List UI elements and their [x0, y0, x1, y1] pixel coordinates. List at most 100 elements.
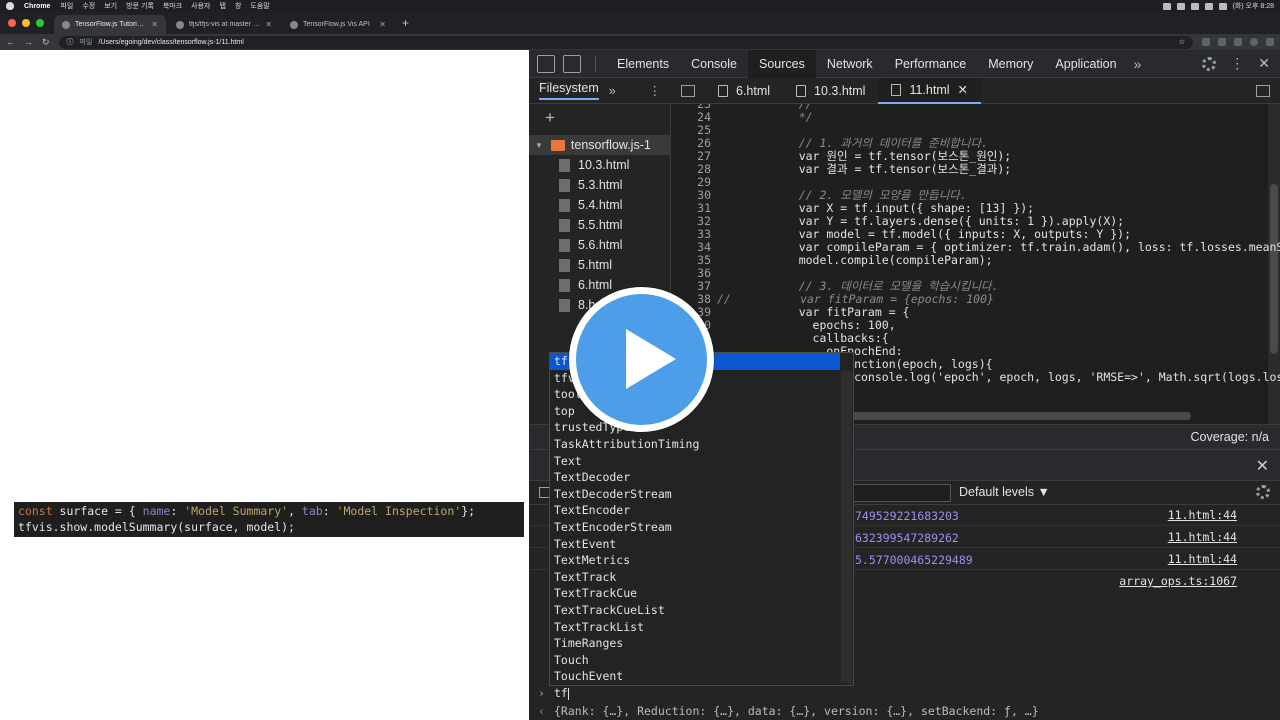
- back-arrow-icon[interactable]: ←: [6, 37, 15, 47]
- video-play-button[interactable]: [569, 287, 714, 432]
- editor-tab[interactable]: 10.3.html: [783, 78, 878, 104]
- menubar-item-bookmarks[interactable]: 북마크: [163, 1, 182, 11]
- autocomplete-item[interactable]: TaskAttributionTiming: [550, 436, 853, 453]
- editor-tab[interactable]: 6.html: [705, 78, 783, 104]
- tab-elements[interactable]: Elements: [606, 50, 680, 78]
- log-levels-dropdown[interactable]: Default levels ▼: [959, 485, 1050, 499]
- menubar-item-profiles[interactable]: 사용자: [191, 1, 210, 11]
- forward-arrow-icon[interactable]: →: [24, 37, 33, 47]
- bookmark-star-icon[interactable]: ☆: [1179, 38, 1185, 46]
- new-tab-button[interactable]: +: [396, 16, 415, 34]
- menubar-app-name[interactable]: Chrome: [24, 3, 50, 10]
- add-folder-icon[interactable]: +: [545, 108, 555, 128]
- close-tab-icon[interactable]: ✕: [151, 20, 158, 29]
- source-link[interactable]: 11.html:44: [1168, 552, 1237, 566]
- tray-icon[interactable]: [1162, 2, 1171, 10]
- code-text: var 결과 = tf.tensor(보스톤_결과);: [771, 162, 1012, 176]
- editor-tab-active[interactable]: 11.html ✕: [878, 77, 982, 104]
- navigator-menu-icon[interactable]: ⋮: [649, 83, 662, 98]
- autocomplete-item[interactable]: TextMetrics: [550, 552, 853, 569]
- source-link[interactable]: 11.html:44: [1168, 508, 1237, 522]
- close-tab-icon[interactable]: ✕: [379, 20, 386, 29]
- menubar-item-window[interactable]: 창: [235, 1, 241, 11]
- file-row[interactable]: 5.html: [529, 255, 671, 275]
- autocomplete-item[interactable]: TextTrack: [550, 569, 853, 586]
- close-devtools-icon[interactable]: ✕: [1258, 55, 1270, 72]
- file-row[interactable]: 5.4.html: [529, 195, 671, 215]
- profile-avatar[interactable]: [1250, 38, 1258, 46]
- autocomplete-item[interactable]: TextTrackList: [550, 619, 853, 636]
- minimize-window-button[interactable]: [22, 19, 30, 27]
- toggle-navigator-icon[interactable]: [681, 84, 695, 97]
- extension-icon[interactable]: [1202, 38, 1210, 46]
- menubar-item-view[interactable]: 보기: [104, 1, 117, 11]
- browser-tab[interactable]: TensorFlow.js Tutorial - lemon ✕: [54, 15, 166, 34]
- browser-tab[interactable]: tfjs/tfjs-vis at master · tensorfl ✕: [168, 15, 280, 34]
- autocomplete-item[interactable]: trustedTypes: [550, 419, 853, 436]
- toolbar-divider: [595, 55, 596, 72]
- autocomplete-item[interactable]: Touch: [550, 652, 853, 669]
- battery-icon[interactable]: [1218, 2, 1227, 10]
- customize-kebab-icon[interactable]: ⋮: [1230, 55, 1244, 72]
- tab-sources[interactable]: Sources: [747, 49, 816, 78]
- close-drawer-icon[interactable]: ✕: [1256, 456, 1269, 476]
- tab-memory[interactable]: Memory: [977, 50, 1044, 78]
- more-navigator-tabs-icon[interactable]: »: [609, 84, 616, 98]
- close-tab-icon[interactable]: ✕: [265, 20, 272, 29]
- devtools-main-toolbar: Elements Console Sources Network Perform…: [529, 49, 1280, 78]
- inspect-element-icon[interactable]: [537, 54, 555, 73]
- wifi-icon[interactable]: [1204, 2, 1213, 10]
- autocomplete-item[interactable]: Text: [550, 453, 853, 470]
- maximize-window-button[interactable]: [36, 19, 44, 27]
- tab-network[interactable]: Network: [816, 50, 884, 78]
- menubar-item-edit[interactable]: 수정: [82, 1, 95, 11]
- autocomplete-item[interactable]: TimeRanges: [550, 635, 853, 652]
- menubar-item-help[interactable]: 도움말: [250, 1, 269, 11]
- source-link[interactable]: 11.html:44: [1168, 530, 1237, 544]
- menubar-item-tab[interactable]: 탭: [220, 1, 226, 11]
- tab-filesystem[interactable]: Filesystem: [539, 81, 599, 100]
- file-row[interactable]: 5.6.html: [529, 235, 671, 255]
- browser-tab[interactable]: TensorFlow.js Vis API ✕: [282, 15, 394, 34]
- extension-icon[interactable]: [1234, 38, 1242, 46]
- reload-icon[interactable]: ↻: [42, 37, 50, 48]
- settings-gear-icon[interactable]: [1202, 56, 1217, 71]
- coverage-status[interactable]: Coverage: n/a: [1190, 430, 1269, 444]
- tray-icon[interactable]: [1176, 2, 1185, 10]
- autocomplete-item[interactable]: TextTrackCue: [550, 585, 853, 602]
- browser-tab-label: TensorFlow.js Vis API: [303, 21, 370, 28]
- toggle-debugger-icon[interactable]: [1256, 84, 1270, 97]
- file-row[interactable]: 5.5.html: [529, 215, 671, 235]
- console-input[interactable]: tf: [554, 686, 569, 700]
- file-row[interactable]: 5.3.html: [529, 175, 671, 195]
- autocomplete-item[interactable]: TextDecoderStream: [550, 486, 853, 503]
- info-icon[interactable]: ⓘ: [67, 37, 74, 47]
- expand-arrow-icon[interactable]: ▼: [535, 141, 543, 150]
- address-bar[interactable]: ⓘ 파일 /Users/egoing/dev/class/tensorflow.…: [58, 35, 1193, 49]
- console-settings-gear-icon[interactable]: [1256, 485, 1270, 499]
- file-row[interactable]: 10.3.html: [529, 155, 671, 175]
- autocomplete-item[interactable]: TextTrackCueList: [550, 602, 853, 619]
- device-toolbar-icon[interactable]: [563, 54, 581, 73]
- autocomplete-item[interactable]: TextDecoder: [550, 469, 853, 486]
- tab-application[interactable]: Application: [1044, 50, 1127, 78]
- folder-row[interactable]: ▼ tensorflow.js-1: [529, 135, 671, 155]
- menubar-item-file[interactable]: 파일: [60, 1, 73, 11]
- autocomplete-item[interactable]: TextEncoderStream: [550, 519, 853, 536]
- tab-console[interactable]: Console: [680, 50, 748, 78]
- autocomplete-item[interactable]: TextEncoder: [550, 502, 853, 519]
- more-tabs-chevron-icon[interactable]: »: [1128, 56, 1148, 72]
- close-window-button[interactable]: [8, 19, 16, 27]
- menubar-clock[interactable]: (화) 오후 8:28: [1233, 1, 1275, 11]
- menubar-item-history[interactable]: 방문 기록: [126, 1, 154, 11]
- source-link[interactable]: array_ops.ts:1067: [1119, 574, 1237, 588]
- apple-icon[interactable]: [6, 2, 14, 10]
- console-prompt[interactable]: › tf: [529, 683, 1280, 703]
- tab-performance[interactable]: Performance: [884, 50, 978, 78]
- extension-icon[interactable]: [1218, 38, 1226, 46]
- close-tab-icon[interactable]: ✕: [958, 82, 968, 97]
- tray-icon[interactable]: [1190, 2, 1199, 10]
- autocomplete-item[interactable]: TextEvent: [550, 536, 853, 553]
- autocomplete-item[interactable]: TouchEvent: [550, 668, 853, 685]
- menu-kebab-icon[interactable]: [1266, 38, 1274, 46]
